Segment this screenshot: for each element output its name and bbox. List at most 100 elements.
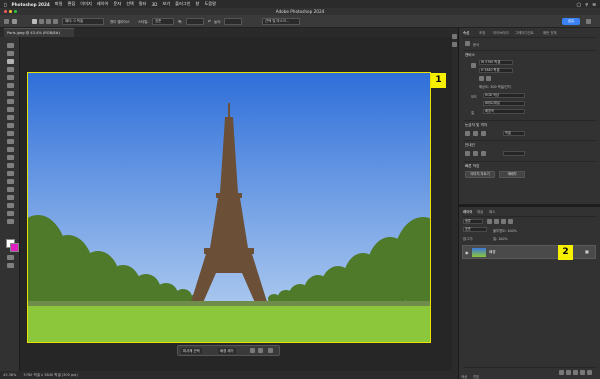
search-icon[interactable] <box>586 19 591 24</box>
menu-layer[interactable]: 레이어 <box>97 1 109 7</box>
menu-image[interactable]: 이미지 <box>80 1 92 7</box>
object-selection-tool-icon[interactable] <box>7 75 14 80</box>
search-icon[interactable]: ⚲ <box>585 2 588 7</box>
filter-shape-icon[interactable] <box>508 219 513 224</box>
tab-properties[interactable]: 속성 <box>463 30 469 35</box>
select-and-mask-button[interactable]: 선택 및 마스크... <box>262 18 300 25</box>
fill-field[interactable]: 칠: 100% <box>493 236 508 241</box>
edit-toolbar-icon[interactable] <box>7 219 14 224</box>
guides-section-title[interactable]: 안내선 <box>465 143 475 148</box>
tab-gradients[interactable]: 그레이디언트 <box>515 30 534 35</box>
apple-icon[interactable]:  <box>4 2 7 7</box>
tab-channels[interactable]: 채널 <box>477 209 483 214</box>
info-panel-icon[interactable] <box>452 42 457 47</box>
add-mask-icon[interactable] <box>566 370 571 375</box>
new-selection-icon[interactable] <box>32 19 37 24</box>
spot-healing-tool-icon[interactable] <box>7 107 14 112</box>
crop-icon[interactable] <box>250 348 255 353</box>
history-brush-tool-icon[interactable] <box>7 131 14 136</box>
artboard-tool-icon[interactable] <box>7 51 14 56</box>
select-subject-button[interactable]: 피사체 선택 <box>181 348 202 354</box>
rectangular-marquee-tool-icon[interactable] <box>7 59 14 64</box>
crop-tool-icon[interactable] <box>7 83 14 88</box>
orientation-portrait-icon[interactable] <box>479 76 484 81</box>
brush-tool-icon[interactable] <box>7 115 14 120</box>
layer-row-background[interactable]: ◉ 배경 ■ <box>462 245 596 259</box>
tab-swatches[interactable]: 견본 <box>473 374 479 379</box>
fill-select[interactable]: 배경색 <box>483 109 525 114</box>
share-button[interactable]: 공유 <box>562 18 580 25</box>
antialias-checkbox[interactable]: 앤티 앨리어스 <box>110 19 130 24</box>
mode-select[interactable]: RGB 색상 <box>483 93 525 98</box>
bit-depth-select[interactable]: 8비트/채널 <box>483 101 525 106</box>
guide-icon-c[interactable] <box>481 151 486 156</box>
menu-filter[interactable]: 필터 <box>139 1 147 7</box>
tab-color[interactable]: 색상 <box>461 374 467 379</box>
app-menu[interactable]: Photoshop 2024 <box>12 2 50 7</box>
lasso-tool-icon[interactable] <box>7 67 14 72</box>
tab-adjustments[interactable]: 조정 <box>479 30 485 35</box>
menu-view[interactable]: 보기 <box>162 1 170 7</box>
move-tool-icon[interactable] <box>7 43 14 48</box>
add-selection-icon[interactable] <box>39 19 44 24</box>
link-layers-icon[interactable] <box>559 370 564 375</box>
more-options-icon[interactable] <box>268 348 273 353</box>
document-tab[interactable]: Paris.jpeg @ 43.4% (RGB/8#) <box>4 28 74 37</box>
menu-window[interactable]: 창 <box>196 1 200 7</box>
filter-type-icon[interactable] <box>501 219 506 224</box>
adjustment-icon[interactable] <box>258 348 263 353</box>
link-icon[interactable] <box>471 63 476 68</box>
subtract-selection-icon[interactable] <box>46 19 51 24</box>
eyedropper-tool-icon[interactable] <box>7 99 14 104</box>
gradient-tool-icon[interactable] <box>7 147 14 152</box>
rulers-icon[interactable] <box>465 131 470 136</box>
swap-icon[interactable]: ⇄ <box>208 19 211 23</box>
rotate-button[interactable]: 재배치 <box>499 171 525 178</box>
grid-icon[interactable] <box>473 131 478 136</box>
guide-color-select[interactable] <box>503 151 525 156</box>
menu-file[interactable]: 파일 <box>55 1 63 7</box>
eraser-tool-icon[interactable] <box>7 139 14 144</box>
lock-icon[interactable]: ■ <box>585 249 589 254</box>
marquee-tool-preset-icon[interactable] <box>12 19 17 24</box>
height-field[interactable] <box>224 18 242 25</box>
control-center-icon[interactable]: ☰ <box>592 2 596 7</box>
dodge-tool-icon[interactable] <box>7 163 14 168</box>
tab-patterns[interactable]: 패턴 전체 <box>543 30 557 35</box>
filter-adjustment-icon[interactable] <box>494 219 499 224</box>
guide-icon-a[interactable] <box>465 151 470 156</box>
intersect-selection-icon[interactable] <box>53 19 58 24</box>
menu-3d[interactable]: 3D <box>152 2 158 7</box>
opacity-field[interactable]: 불투명도: 100% <box>493 228 517 233</box>
new-layer-icon[interactable] <box>580 370 585 375</box>
visibility-eye-icon[interactable]: ◉ <box>465 250 469 255</box>
ruler-unit-select[interactable]: 픽셀 <box>503 131 525 136</box>
clone-stamp-tool-icon[interactable] <box>7 123 14 128</box>
type-tool-icon[interactable] <box>7 179 14 184</box>
style-select[interactable]: 표준 <box>152 18 174 25</box>
history-panel-icon[interactable] <box>452 34 457 39</box>
delete-layer-icon[interactable] <box>587 370 592 375</box>
canvas-width-field[interactable]: W 5760 픽셀 <box>479 60 513 65</box>
menu-select[interactable]: 선택 <box>126 1 134 7</box>
hand-tool-icon[interactable] <box>7 203 14 208</box>
zoom-level[interactable]: 43.38% <box>3 373 16 377</box>
filter-pixel-icon[interactable] <box>487 219 492 224</box>
new-group-icon[interactable] <box>573 370 578 375</box>
tab-paths[interactable]: 패스 <box>489 209 495 214</box>
frame-tool-icon[interactable] <box>7 91 14 96</box>
quick-mask-icon[interactable] <box>7 255 14 260</box>
remove-background-button[interactable]: 배경 제거 <box>218 348 236 354</box>
menu-help[interactable]: 도움말 <box>204 1 216 7</box>
layer-name[interactable]: 배경 <box>489 250 496 255</box>
feather-field[interactable]: 페더: 0 픽셀 <box>62 18 104 25</box>
menu-plugins[interactable]: 플러그인 <box>175 1 190 7</box>
canvas-section-title[interactable]: 캔버스 <box>465 53 475 58</box>
document-image[interactable] <box>27 72 431 343</box>
background-color-swatch[interactable] <box>10 243 19 252</box>
path-selection-tool-icon[interactable] <box>7 187 14 192</box>
rectangle-tool-icon[interactable] <box>7 195 14 200</box>
screen-mode-icon[interactable] <box>7 263 14 268</box>
guides-icon[interactable] <box>481 131 486 136</box>
canvas-height-field[interactable]: H 3840 픽셀 <box>479 68 513 73</box>
